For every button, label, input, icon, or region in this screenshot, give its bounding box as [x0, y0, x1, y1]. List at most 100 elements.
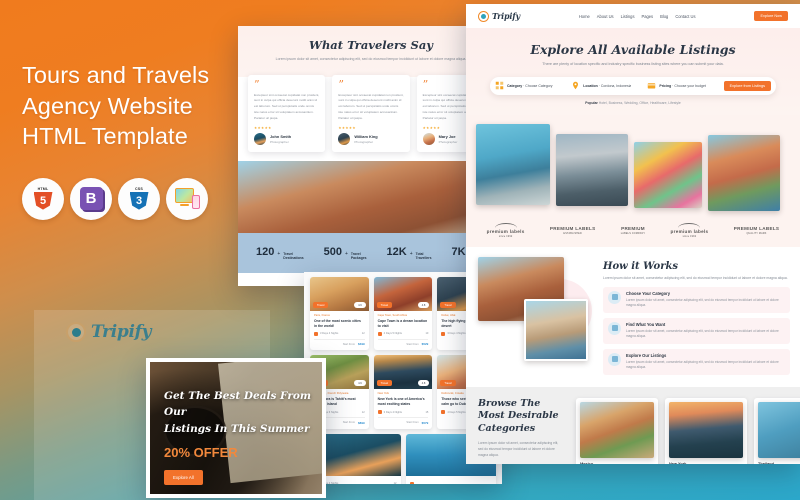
stat-line1: Travel	[350, 251, 361, 256]
nav-item-home[interactable]: Home	[579, 14, 590, 19]
stat-number: 7K	[451, 245, 466, 258]
category-image	[669, 401, 743, 458]
category-card[interactable]: New York 32 Listings	[665, 397, 747, 465]
card-tag: Travel	[376, 380, 393, 387]
partner-label: premium labels since 1992	[671, 222, 709, 238]
quote-icon: ”	[254, 77, 260, 91]
card-image: Travel 4.8	[373, 277, 433, 311]
pricing-filter[interactable]: Pricing · Choose your budget	[647, 81, 719, 90]
title-line-1: Tours and Travels	[22, 62, 210, 88]
location-filter[interactable]: Location · Cordona, Indonesia	[571, 81, 643, 90]
price-label: Start From	[406, 342, 419, 346]
stat-item: 120 + Travel Destinations	[256, 246, 304, 261]
location-label: Location	[583, 83, 598, 88]
card-title: New York is one of America's most exciti…	[377, 397, 425, 407]
author-role: Photographer	[438, 140, 458, 145]
explore-from-listings-button[interactable]: Explore from Listings	[723, 80, 772, 91]
card-duration: 4 Days 5 Nights	[447, 410, 466, 414]
category-name: New York	[669, 460, 687, 465]
brand-name: Tripify	[91, 322, 152, 342]
card-tag: Travel	[376, 302, 393, 308]
travel-card[interactable]: Travel 4.8 Cape Town, South Africa Cape …	[373, 277, 433, 351]
tripify-logo-small[interactable]: Tripify	[478, 10, 520, 22]
responsive-badge	[166, 177, 208, 220]
card-rating: 4.8	[417, 302, 430, 308]
promo-panel: Tours and Travels Agency Website HTML Te…	[22, 60, 252, 220]
author-name: John Smith	[270, 134, 292, 140]
card-image: Travel 4.9	[310, 277, 369, 311]
categories-text: Lorem ipsum dolor sit amet, consectetur …	[478, 440, 559, 457]
rating-stars: ★★★★★	[254, 126, 272, 131]
category-filter[interactable]: Category · Choose Category	[495, 81, 567, 90]
testimonial-card[interactable]: ” Excepteur sint occaecat cupidatat non …	[332, 74, 410, 153]
css3-icon: CSS 3	[129, 187, 149, 210]
stat-number: 500	[323, 245, 342, 258]
destination-photo[interactable]	[634, 141, 702, 208]
offer-title-line1: Get The Best Deals From Our	[164, 390, 311, 419]
testimonials-title: What Travelers Say	[309, 38, 433, 52]
location-pin-icon	[573, 82, 579, 90]
travel-card[interactable]: Travel 4.8 New York New York is one of A…	[373, 355, 433, 429]
stat-plus: +	[409, 250, 413, 257]
popular-searches: Popular Hotel, Business, Wedding, Office…	[476, 101, 790, 105]
testimonial-card-list: ” Excepteur sint occaecat cupidatat non …	[238, 74, 504, 153]
explore-now-button[interactable]: Explore Now	[754, 11, 788, 21]
partner-label: PREMIUM LABELS QUALITY MARK	[733, 225, 780, 235]
calendar-icon	[377, 331, 382, 336]
testimonials-subtitle: Lorem ipsum dolor sit amet, consectetur …	[275, 57, 467, 61]
wallet-icon	[648, 83, 656, 89]
nav-item-listings[interactable]: Listings	[621, 14, 635, 19]
how-it-works-images	[476, 256, 594, 365]
stat-number: 120	[255, 245, 275, 258]
how-step[interactable]: Explore Our Listings Lorem ipsum dolor si…	[603, 348, 790, 375]
category-label: Category	[507, 83, 523, 88]
card-duration: 3 Days 4 Nights	[320, 332, 339, 336]
category-card[interactable]: Thailand 28 Listings	[754, 397, 800, 464]
category-name: Mexico	[580, 460, 594, 465]
explore-all-button[interactable]: Explore All	[164, 469, 203, 485]
card-people: 12	[361, 410, 365, 414]
card-image: Travel 4.8	[373, 355, 433, 390]
offer-background: Get The Best Deals From Our Listings In …	[150, 362, 322, 494]
brand-name: Tripify	[492, 11, 520, 21]
step-title: Explore Our Listings	[626, 352, 667, 358]
destination-photo[interactable]	[556, 133, 628, 206]
price-label: Start From	[406, 421, 419, 425]
nav-item-about[interactable]: About Us	[597, 14, 614, 19]
category-card[interactable]: Mexico 40 Listings	[576, 397, 658, 465]
popular-items[interactable]: Hotel, Business, Wedding, Office, Health…	[599, 101, 681, 105]
hero-subtitle: There are plenty of location specific an…	[542, 62, 724, 66]
search-step-icon	[608, 321, 621, 335]
card-price: $499	[357, 342, 365, 347]
html5-icon: HTML 5	[33, 187, 53, 210]
destination-photo[interactable]	[476, 123, 550, 205]
listings-window: Tripify Home About Us Listings Pages Blo…	[466, 4, 800, 464]
card-people: 12	[393, 482, 397, 484]
stat-line2: Packages	[350, 256, 367, 261]
card-duration: 4 Days 5 Nights	[383, 332, 402, 336]
how-step[interactable]: Find What You Want Lorem ipsum dolor sit …	[603, 317, 790, 344]
author-name: William King	[354, 134, 378, 140]
categories-intro: Browse The Most Desirable Categories Lor…	[478, 398, 562, 465]
main-nav: Home About Us Listings Pages Blog Contac…	[579, 14, 696, 19]
compass-icon	[478, 10, 489, 22]
nav-item-pages[interactable]: Pages	[642, 14, 654, 19]
how-step[interactable]: Choose Your Category Lorem ipsum dolor si…	[603, 286, 790, 313]
category-image	[580, 401, 654, 458]
card-location: New York	[377, 392, 390, 396]
nav-item-contact[interactable]: Contact Us	[675, 14, 695, 19]
travel-card[interactable]: Travel 4.9 Paris, France One of the most…	[310, 277, 369, 351]
bootstrap-badge: B	[70, 177, 112, 220]
how-it-works-section: How it Works Lorem ipsum dolor sit amet,…	[466, 246, 800, 387]
partner-labels-row: premium labels since 1992 PREMIUM LABELS E…	[466, 217, 800, 247]
testimonial-text: Excepteur sint occaecat cupidatat non pr…	[338, 92, 404, 120]
calendar-icon	[314, 331, 318, 336]
responsive-icon	[174, 188, 200, 210]
grid-icon	[495, 82, 504, 90]
search-filter-bar: Category · Choose Category Location · Co…	[490, 76, 776, 95]
testimonial-text: Excepteur sint occaecat cupidatat non pr…	[254, 92, 320, 120]
stat-line1: Total	[415, 251, 424, 256]
nav-item-blog[interactable]: Blog	[660, 14, 668, 19]
destination-photo[interactable]	[708, 134, 780, 211]
testimonial-card[interactable]: ” Excepteur sint occaecat cupidatat non …	[248, 74, 326, 153]
